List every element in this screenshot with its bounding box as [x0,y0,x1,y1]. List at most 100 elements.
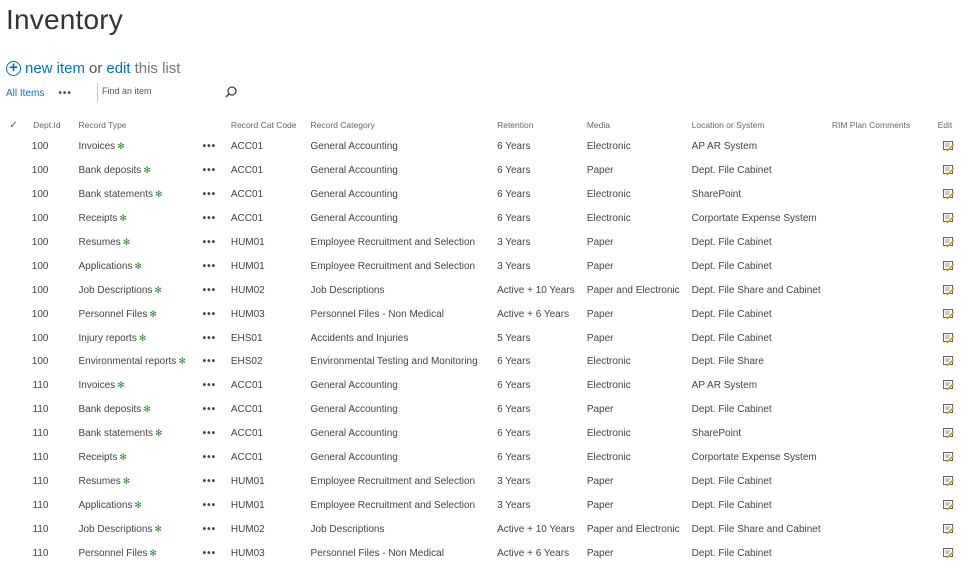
row-select[interactable] [4,517,23,541]
edit-icon[interactable] [943,308,954,320]
column-header-code[interactable]: Record Cat Code [228,115,311,135]
edit-icon[interactable] [943,356,954,367]
table-row[interactable]: 110 Bank deposits ✻ ••• ACC01 General Account… [4,398,966,422]
row-select[interactable] [4,350,23,374]
row-select[interactable] [4,231,23,255]
record-type-link[interactable]: Personnel Files [78,548,147,559]
row-select[interactable] [4,302,23,326]
row-select[interactable] [4,541,23,565]
select-all-checkbox[interactable]: ✓ [4,115,23,135]
table-row[interactable]: 110 Personnel Files ✻ ••• HUM03 Personnel Fil… [4,541,966,565]
column-header-dept[interactable]: Dept.Id [23,115,63,135]
record-type-link[interactable]: Applications [78,500,132,511]
item-menu-icon[interactable]: ••• [203,452,217,463]
table-row[interactable]: 100 Personnel Files ✻ ••• HUM03 Personnel Fil… [4,302,966,326]
record-type-link[interactable]: Bank deposits [78,165,141,176]
item-menu-icon[interactable]: ••• [203,165,217,176]
edit-icon[interactable] [943,428,954,439]
table-row[interactable]: 110 Bank statements ✻ ••• ACC01 General Accou… [4,422,966,446]
item-menu-icon[interactable]: ••• [203,524,217,535]
edit-icon[interactable] [943,260,954,272]
item-menu-icon[interactable]: ••• [203,237,217,248]
edit-list-link[interactable]: edit [106,60,130,77]
item-menu-icon[interactable]: ••• [203,213,217,224]
record-type-link[interactable]: Invoices [78,380,115,391]
table-row[interactable]: 100 Injury reports ✻ ••• EHS01 Accidents and … [4,326,966,350]
search-icon[interactable] [224,85,238,99]
column-header-category[interactable]: Record Category [311,115,498,135]
item-menu-icon[interactable]: ••• [203,261,217,272]
column-header-retention[interactable]: Retention [497,115,587,135]
edit-icon[interactable] [943,547,954,559]
row-select[interactable] [4,207,23,231]
column-header-type[interactable]: Record Type [63,115,202,135]
item-menu-icon[interactable]: ••• [203,309,217,320]
item-menu-icon[interactable]: ••• [203,141,217,152]
row-select[interactable] [4,493,23,517]
add-icon[interactable]: + [6,60,21,76]
record-type-link[interactable]: Receipts [78,213,117,224]
record-type-link[interactable]: Job Descriptions [78,524,152,535]
table-row[interactable]: 100 Job Descriptions ✻ ••• HUM02 Job Descript… [4,278,966,302]
edit-icon[interactable] [943,236,954,248]
record-type-link[interactable]: Resumes [78,476,120,487]
record-type-link[interactable]: Job Descriptions [78,285,152,296]
edit-icon[interactable] [943,284,954,296]
record-type-link[interactable]: Invoices [78,141,115,152]
table-row[interactable]: 100 Invoices ✻ ••• ACC01 General Accounting 6 … [4,135,966,159]
edit-icon[interactable] [943,452,954,463]
row-select[interactable] [4,326,23,350]
record-type-link[interactable]: Applications [78,261,132,272]
view-more-menu[interactable]: ••• [58,88,72,99]
table-row[interactable]: 100 Bank deposits ✻ ••• ACC01 General Account… [4,159,966,183]
table-row[interactable]: 110 Job Descriptions ✻ ••• HUM02 Job Descript… [4,517,966,541]
table-row[interactable]: 110 Receipts ✻ ••• ACC01 General Accounting 6 … [4,446,966,470]
table-row[interactable]: 100 Environmental reports ✻ ••• EHS02 Environ… [4,350,966,374]
item-menu-icon[interactable]: ••• [203,356,217,367]
table-row[interactable]: 100 Bank statements ✻ ••• ACC01 General Accou… [4,183,966,207]
new-item-link[interactable]: new item [25,60,85,77]
item-menu-icon[interactable]: ••• [203,548,217,559]
item-menu-icon[interactable]: ••• [203,404,217,415]
item-menu-icon[interactable]: ••• [203,333,217,344]
row-select[interactable] [4,469,23,493]
edit-icon[interactable] [943,380,954,391]
row-select[interactable] [4,398,23,422]
table-row[interactable]: 100 Applications ✻ ••• HUM01 Employee Recruit… [4,254,966,278]
edit-icon[interactable] [943,404,954,415]
edit-icon[interactable] [943,141,954,152]
record-type-link[interactable]: Bank deposits [78,404,141,415]
item-menu-icon[interactable]: ••• [203,476,217,487]
row-select[interactable] [4,135,23,159]
table-row[interactable]: 110 Resumes ✻ ••• HUM01 Employee Recruitment … [4,469,966,493]
view-all-items[interactable]: All Items [6,88,44,99]
row-select[interactable] [4,422,23,446]
edit-icon[interactable] [943,523,954,535]
edit-icon[interactable] [943,332,954,344]
row-select[interactable] [4,183,23,207]
item-menu-icon[interactable]: ••• [203,500,217,511]
record-type-link[interactable]: Personnel Files [78,309,147,320]
edit-icon[interactable] [943,213,954,224]
record-type-link[interactable]: Resumes [78,237,120,248]
row-select[interactable] [4,159,23,183]
row-select[interactable] [4,446,23,470]
row-select[interactable] [4,278,23,302]
item-menu-icon[interactable]: ••• [203,380,217,391]
table-row[interactable]: 100 Resumes ✻ ••• HUM01 Employee Recruitment … [4,231,966,255]
record-type-link[interactable]: Bank statements [78,428,152,439]
edit-icon[interactable] [943,499,954,511]
column-header-rim[interactable]: RIM Plan Comments [832,115,928,135]
table-row[interactable]: 110 Applications ✻ ••• HUM01 Employee Recruit… [4,493,966,517]
record-type-link[interactable]: Bank statements [78,189,152,200]
table-row[interactable]: 110 Invoices ✻ ••• ACC01 General Accounting 6 … [4,374,966,398]
item-menu-icon[interactable]: ••• [203,285,217,296]
column-header-media[interactable]: Media [587,115,692,135]
table-row[interactable]: 100 Receipts ✻ ••• ACC01 General Accounting 6 … [4,207,966,231]
row-select[interactable] [4,254,23,278]
item-menu-icon[interactable]: ••• [203,428,217,439]
record-type-link[interactable]: Environmental reports [78,356,176,367]
record-type-link[interactable]: Receipts [78,452,117,463]
record-type-link[interactable]: Injury reports [78,333,136,344]
column-header-edit[interactable]: Edit [928,115,966,135]
